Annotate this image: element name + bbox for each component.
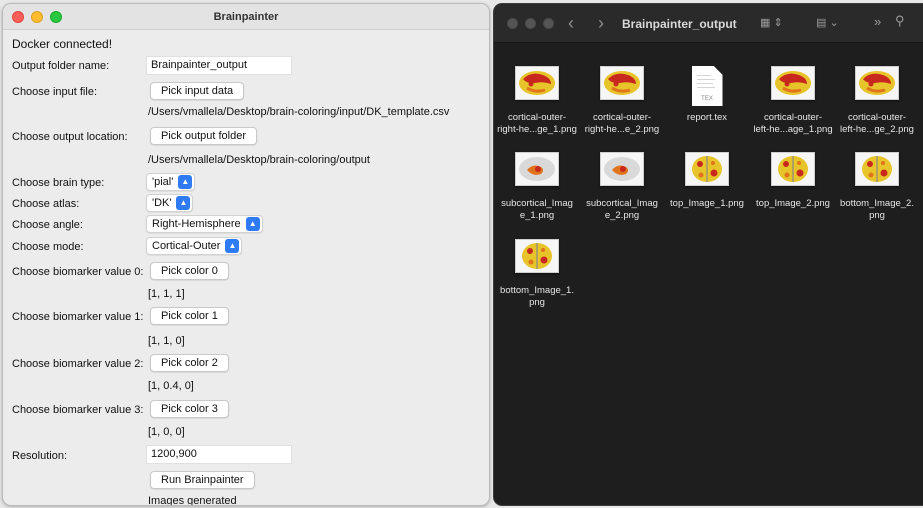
file-name: cortical-outer- right-he...ge_1.png — [497, 112, 577, 135]
finder-title: Brainpainter_output — [622, 17, 737, 31]
biomarker-2-value: [1, 0.4, 0] — [148, 380, 194, 392]
angle-value: Right-Hemisphere — [152, 218, 241, 230]
biomarker-0-value: [1, 1, 1] — [148, 288, 185, 300]
atlas-value: 'DK' — [152, 197, 172, 209]
brain-type-select[interactable]: 'pial' ▲︎ — [146, 173, 196, 191]
file-name: cortical-outer- left-he...age_1.png — [753, 112, 833, 135]
brain-image-thumbnail-icon — [515, 152, 559, 186]
resolution-label: Resolution: — [12, 450, 68, 462]
file-type-tag: TEX — [701, 96, 713, 102]
minimize-window-button[interactable] — [525, 18, 536, 29]
brain-image-thumbnail-icon — [771, 66, 815, 100]
angle-select[interactable]: Right-Hemisphere ▲︎ — [146, 215, 263, 233]
updown-chevron-icon: ▲︎ — [176, 196, 191, 210]
close-window-button[interactable] — [507, 18, 518, 29]
run-brainpainter-button[interactable]: Run Brainpainter — [150, 471, 255, 489]
output-folder-label: Output folder name: — [12, 60, 110, 72]
file-name: cortical-outer- left-he...ge_2.png — [840, 112, 914, 135]
pick-color-0-button[interactable]: Pick color 0 — [150, 262, 229, 280]
file-name: top_Image_2.png — [756, 198, 830, 209]
file-name: bottom_Image_1. png — [500, 285, 574, 308]
file-name: cortical-outer- right-he...e_2.png — [584, 112, 660, 135]
zoom-window-button[interactable] — [543, 18, 554, 29]
group-icon[interactable]: ▤ ⌄ — [816, 16, 839, 29]
updown-chevron-icon: ▲︎ — [245, 217, 260, 231]
more-icon[interactable]: » — [874, 14, 881, 29]
file-item[interactable]: bottom_Image_2. png — [831, 152, 923, 222]
output-folder-input[interactable]: Brainpainter_output — [146, 56, 292, 75]
brain-image-thumbnail-icon — [855, 152, 899, 186]
zoom-window-button[interactable] — [50, 11, 62, 23]
brain-type-value: 'pial' — [152, 176, 174, 188]
file-item[interactable]: cortical-outer- right-he...ge_1.png — [494, 66, 583, 136]
mode-value: Cortical-Outer — [152, 240, 221, 252]
output-location-path: /Users/vmallela/Desktop/brain-coloring/o… — [148, 154, 370, 166]
input-file-label: Choose input file: — [12, 86, 97, 98]
file-item[interactable]: TEX report.tex — [661, 66, 753, 124]
input-file-path: /Users/vmallela/Desktop/brain-coloring/i… — [148, 106, 450, 118]
atlas-label: Choose atlas: — [12, 198, 80, 210]
mode-label: Choose mode: — [12, 241, 84, 253]
file-name: top_Image_1.png — [670, 198, 744, 209]
file-item[interactable]: cortical-outer- right-he...e_2.png — [576, 66, 668, 136]
finder-window-controls — [507, 18, 554, 29]
brain-image-thumbnail-icon — [771, 152, 815, 186]
result-status: Images generated — [148, 495, 237, 506]
file-item[interactable]: cortical-outer- left-he...age_1.png — [747, 66, 839, 136]
output-location-label: Choose output location: — [12, 131, 128, 143]
biomarker-1-label: Choose biomarker value 1: — [12, 311, 144, 323]
forward-icon[interactable]: › — [598, 13, 604, 34]
brain-image-thumbnail-icon — [515, 66, 559, 100]
window-title: Brainpainter — [213, 10, 279, 23]
back-icon[interactable]: ‹ — [568, 13, 574, 34]
resolution-input[interactable]: 1200,900 — [146, 445, 292, 464]
brainpainter-window: Brainpainter Docker connected! Output fo… — [2, 3, 490, 506]
updown-chevron-icon: ▲︎ — [178, 175, 193, 189]
file-item[interactable]: top_Image_2.png — [747, 152, 839, 210]
settings-form: Docker connected! Output folder name: Br… — [3, 30, 489, 506]
updown-chevron-icon: ▲︎ — [225, 239, 240, 253]
icon-view-icon[interactable]: ▦ ⇕ — [760, 16, 783, 29]
atlas-select[interactable]: 'DK' ▲︎ — [146, 194, 194, 212]
docker-status: Docker connected! — [12, 37, 113, 51]
close-window-button[interactable] — [12, 11, 24, 23]
pick-color-3-button[interactable]: Pick color 3 — [150, 400, 229, 418]
mode-select[interactable]: Cortical-Outer ▲︎ — [146, 237, 243, 255]
brain-image-thumbnail-icon — [600, 66, 644, 100]
biomarker-3-value: [1, 0, 0] — [148, 426, 185, 438]
file-name: bottom_Image_2. png — [840, 198, 914, 221]
file-name: report.tex — [686, 112, 728, 123]
biomarker-1-value: [1, 1, 0] — [148, 335, 185, 347]
brainpainter-titlebar: Brainpainter — [3, 4, 489, 30]
biomarker-2-label: Choose biomarker value 2: — [12, 358, 144, 370]
brain-image-thumbnail-icon — [515, 239, 559, 273]
pick-color-2-button[interactable]: Pick color 2 — [150, 354, 229, 372]
file-item[interactable]: bottom_Image_1. png — [494, 239, 583, 309]
biomarker-3-label: Choose biomarker value 3: — [12, 404, 144, 416]
file-item[interactable]: top_Image_1.png — [661, 152, 753, 210]
window-controls — [12, 11, 62, 23]
pick-output-folder-button[interactable]: Pick output folder — [150, 127, 257, 145]
brain-image-thumbnail-icon — [685, 152, 729, 186]
brain-image-thumbnail-icon — [855, 66, 899, 100]
file-name: subcortical_Imag e_2.png — [586, 198, 658, 221]
finder-window: ‹ › Brainpainter_output ▦ ⇕ ▤ ⌄ » ⚲ cort… — [493, 3, 923, 506]
search-icon[interactable]: ⚲ — [895, 13, 905, 29]
finder-toolbar: ‹ › Brainpainter_output ▦ ⇕ ▤ ⌄ » ⚲ — [494, 4, 923, 43]
file-item[interactable]: subcortical_Imag e_1.png — [494, 152, 583, 222]
brain-image-thumbnail-icon — [600, 152, 644, 186]
pick-input-data-button[interactable]: Pick input data — [150, 82, 245, 100]
file-name: subcortical_Imag e_1.png — [501, 198, 573, 221]
tex-document-icon: TEX — [691, 66, 723, 106]
pick-color-1-button[interactable]: Pick color 1 — [150, 307, 229, 325]
angle-label: Choose angle: — [12, 219, 83, 231]
file-item[interactable]: cortical-outer- left-he...ge_2.png — [831, 66, 923, 136]
biomarker-0-label: Choose biomarker value 0: — [12, 266, 144, 278]
file-item[interactable]: subcortical_Imag e_2.png — [576, 152, 668, 222]
minimize-window-button[interactable] — [31, 11, 43, 23]
brain-type-label: Choose brain type: — [12, 177, 105, 189]
